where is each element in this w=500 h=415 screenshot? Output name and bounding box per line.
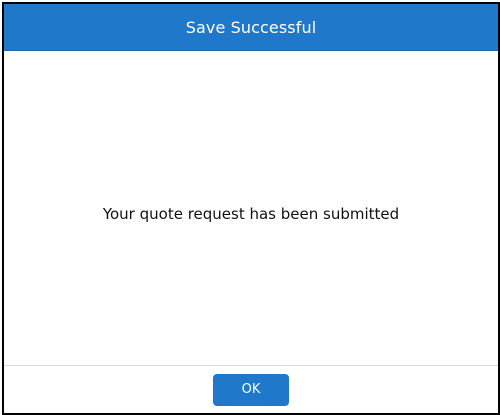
dialog-header: Save Successful xyxy=(4,4,498,51)
save-successful-dialog: Save Successful Your quote request has b… xyxy=(2,2,500,415)
dialog-body: Your quote request has been submitted xyxy=(4,51,498,365)
dialog-message: Your quote request has been submitted xyxy=(102,205,400,223)
dialog-footer: OK xyxy=(4,366,498,413)
dialog-title: Save Successful xyxy=(185,17,317,37)
ok-button[interactable]: OK xyxy=(213,373,289,406)
